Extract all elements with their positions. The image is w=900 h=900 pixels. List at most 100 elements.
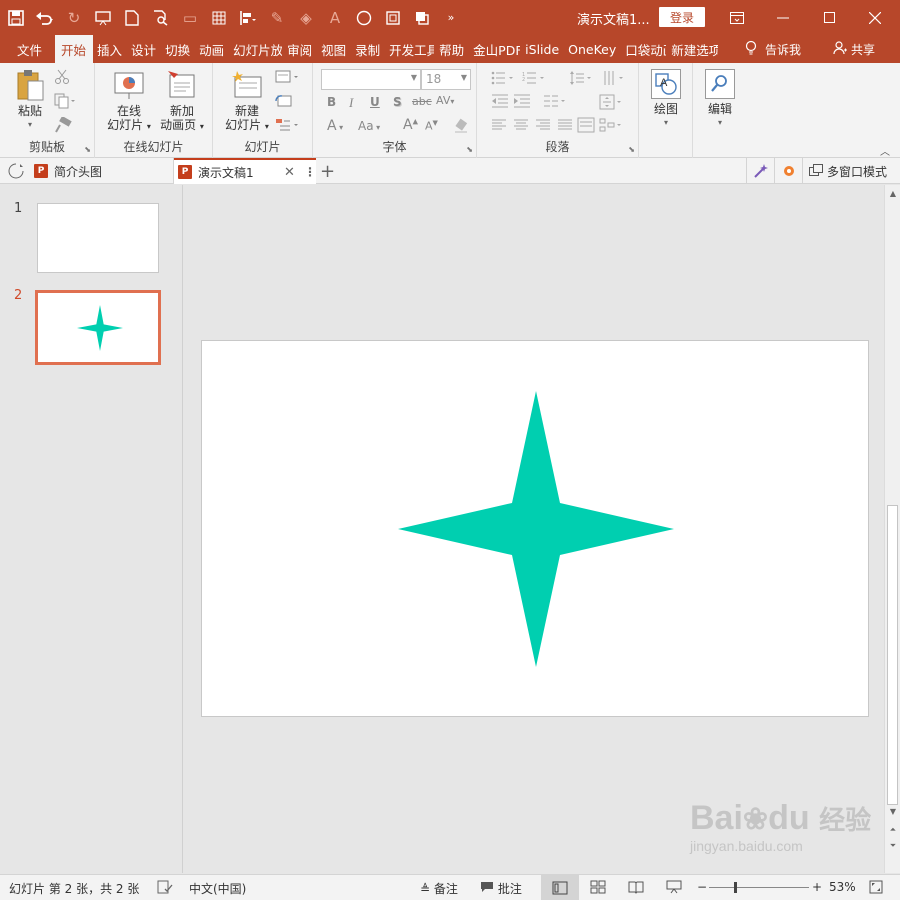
tab-pocket-animation[interactable]: 口袋动画	[621, 35, 667, 63]
section-icon[interactable]	[275, 118, 301, 135]
pen-icon[interactable]: ✎	[264, 5, 290, 31]
doc-tab-nav-icon[interactable]	[8, 158, 24, 184]
smartart-icon[interactable]	[599, 117, 625, 136]
text-direction-icon[interactable]	[601, 70, 627, 89]
font-color-button[interactable]: A ▾	[327, 118, 343, 134]
align-right-icon[interactable]	[535, 119, 551, 134]
tab-file[interactable]: 文件	[0, 35, 55, 63]
share-button[interactable]: 共享	[851, 41, 875, 58]
maximize-icon[interactable]	[806, 0, 852, 35]
add-tab-icon[interactable]: +	[320, 158, 335, 184]
zoom-slider[interactable]	[709, 882, 809, 893]
format-painter-icon[interactable]	[54, 115, 72, 136]
align-left-icon[interactable]	[491, 119, 507, 134]
align-center-icon[interactable]	[513, 119, 529, 134]
zoom-in-button[interactable]: +	[812, 880, 822, 894]
grid-icon[interactable]	[206, 5, 232, 31]
new-slide-button[interactable]: 新建 幻灯片 ▾	[221, 69, 273, 134]
settings-gear-icon[interactable]	[774, 158, 802, 184]
tab-record[interactable]: 录制	[351, 35, 385, 63]
justify-icon[interactable]	[557, 119, 573, 134]
bold-button[interactable]: B	[327, 95, 336, 109]
print-preview-icon[interactable]	[148, 5, 174, 31]
previous-slide-icon[interactable]: ⏶	[885, 825, 900, 835]
scroll-up-icon[interactable]: ▲	[885, 189, 900, 198]
close-icon[interactable]	[852, 0, 898, 35]
present-icon[interactable]	[90, 5, 116, 31]
distributed-icon[interactable]	[577, 117, 595, 136]
align-text-icon[interactable]	[599, 94, 625, 113]
paste-button[interactable]: 粘贴 ▾	[10, 69, 50, 132]
fill-icon[interactable]: ◈	[293, 5, 319, 31]
tab-review[interactable]: 审阅	[283, 35, 317, 63]
ribbon-display-options-icon[interactable]	[714, 0, 760, 35]
comments-button[interactable]: 批注	[480, 880, 522, 897]
cut-icon[interactable]	[54, 69, 70, 88]
tab-design[interactable]: 设计	[127, 35, 161, 63]
slide-sorter-icon[interactable]	[590, 880, 606, 897]
reset-icon[interactable]	[275, 94, 293, 111]
numbering-icon[interactable]: 12	[522, 71, 548, 88]
text-shadow-button[interactable]: S	[393, 95, 402, 109]
slideshow-view-icon[interactable]	[666, 880, 682, 897]
editing-button[interactable]: 编辑 ▾	[701, 69, 739, 130]
collapse-ribbon-icon[interactable]: ︿	[880, 143, 890, 158]
italic-button[interactable]: I	[349, 95, 353, 111]
slide-thumbnail-2[interactable]	[35, 290, 161, 365]
tab-slideshow[interactable]: 幻灯片放	[229, 35, 283, 63]
scroll-down-icon[interactable]: ▼	[885, 807, 900, 816]
bullets-icon[interactable]	[491, 71, 517, 88]
tab-home[interactable]: 开始	[55, 35, 94, 63]
slide-canvas[interactable]	[201, 340, 869, 717]
dialog-launcher-icon[interactable]: ⬊	[84, 145, 91, 154]
tab-menu-icon[interactable]: ⋮	[304, 165, 316, 179]
doc-tab-intro[interactable]: P 简介头图	[34, 158, 174, 184]
tab-islide[interactable]: iSlide	[521, 35, 564, 63]
tab-onekey[interactable]: OneKey	[564, 35, 621, 63]
undo-icon[interactable]	[32, 5, 58, 31]
image-icon[interactable]: ▭	[177, 5, 203, 31]
tab-developer[interactable]: 开发工具	[385, 35, 435, 63]
zoom-out-button[interactable]: −	[697, 880, 707, 894]
strikethrough-button[interactable]: abc	[412, 95, 432, 108]
reading-view-icon[interactable]	[628, 880, 644, 897]
tab-animations[interactable]: 动画	[195, 35, 229, 63]
tab-kingsoft-pdf[interactable]: 金山PDF	[469, 35, 521, 63]
redo-icon[interactable]: ↻	[61, 5, 87, 31]
font-name-combobox[interactable]: ▼	[321, 69, 421, 90]
slide-thumbnail-1[interactable]	[37, 203, 159, 273]
scrollbar-thumb[interactable]	[887, 505, 898, 805]
arrange-icon[interactable]	[409, 5, 435, 31]
crop-icon[interactable]	[380, 5, 406, 31]
next-slide-icon[interactable]: ⏷	[885, 841, 900, 851]
vertical-scrollbar[interactable]: ▲ ▼ ⏶ ⏷	[884, 185, 900, 873]
more-icon[interactable]: »	[438, 5, 464, 31]
zoom-level[interactable]: 53%	[829, 880, 856, 894]
zoom-slider-thumb[interactable]	[734, 882, 737, 893]
minimize-icon[interactable]	[760, 0, 806, 35]
new-animation-page-button[interactable]: 新加 动画页 ▾	[155, 69, 209, 134]
char-spacing-button[interactable]: AV▾	[436, 94, 454, 107]
circle-icon[interactable]	[351, 5, 377, 31]
multi-window-mode-button[interactable]: 多窗口模式	[802, 158, 887, 184]
line-spacing-icon[interactable]	[569, 70, 595, 89]
font-size-combobox[interactable]: 18 ▼	[421, 69, 471, 90]
columns-icon[interactable]	[543, 94, 569, 111]
dialog-launcher-icon[interactable]: ⬊	[466, 145, 473, 154]
save-icon[interactable]	[3, 5, 29, 31]
layout-icon[interactable]	[275, 70, 301, 87]
clear-formatting-icon[interactable]	[453, 118, 469, 137]
spellcheck-icon[interactable]	[157, 880, 173, 897]
tab-help[interactable]: 帮助	[435, 35, 469, 63]
login-button[interactable]: 登录	[659, 7, 705, 27]
drawing-button[interactable]: A 绘图 ▾	[647, 69, 685, 130]
tab-transitions[interactable]: 切换	[161, 35, 195, 63]
close-tab-icon[interactable]: ✕	[284, 165, 295, 180]
fit-to-window-icon[interactable]	[869, 880, 883, 897]
increase-indent-icon[interactable]	[513, 94, 531, 111]
dialog-launcher-icon[interactable]: ⬊	[628, 145, 635, 154]
tab-insert[interactable]: 插入	[93, 35, 127, 63]
copy-icon[interactable]	[54, 93, 76, 112]
underline-button[interactable]: U	[370, 95, 380, 109]
decrease-indent-icon[interactable]	[491, 94, 509, 111]
